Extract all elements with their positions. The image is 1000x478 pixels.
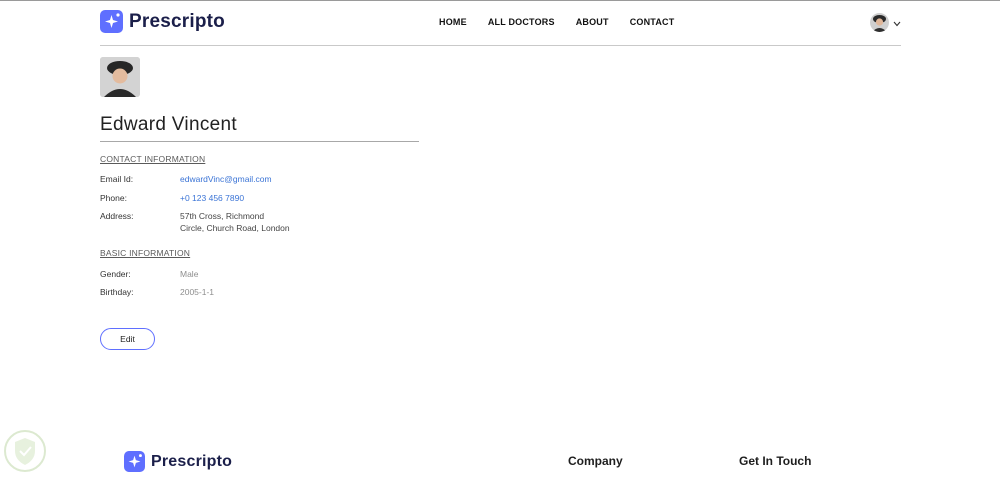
basic-info-heading: BASIC INFORMATION <box>100 248 191 258</box>
nav-home[interactable]: HOME <box>439 17 467 27</box>
user-menu[interactable] <box>870 13 901 32</box>
email-value[interactable]: edwardVinc@gmail.com <box>180 173 272 185</box>
main-menu: HOME ALL DOCTORS ABOUT CONTACT <box>439 17 695 27</box>
contact-info-heading: CONTACT INFORMATION <box>100 154 206 164</box>
nav-contact[interactable]: CONTACT <box>630 17 675 27</box>
user-avatar[interactable] <box>870 13 889 32</box>
footer-logo-mark-icon <box>124 451 145 472</box>
footer-brand-logo[interactable]: Prescripto <box>124 451 232 472</box>
brand-name: Prescripto <box>129 10 225 32</box>
birthday-label: Birthday: <box>100 287 134 297</box>
footer-company-heading: Company <box>568 454 623 468</box>
nav-about[interactable]: ABOUT <box>576 17 609 27</box>
gender-value: Male <box>180 269 199 279</box>
edit-button[interactable]: Edit <box>100 328 155 350</box>
chevron-down-icon[interactable] <box>893 14 901 32</box>
profile-name: Edward Vincent <box>100 114 419 142</box>
footer-brand-name: Prescripto <box>151 452 233 470</box>
gender-label: Gender: <box>100 269 131 279</box>
top-navbar: Prescripto HOME ALL DOCTORS ABOUT CONTAC… <box>100 1 901 46</box>
phone-value[interactable]: +0 123 456 7890 <box>180 192 244 204</box>
email-label: Email Id: <box>100 174 134 184</box>
profile-photo <box>100 57 140 97</box>
birthday-value: 2005-1-1 <box>180 287 215 297</box>
phone-label: Phone: <box>100 193 127 203</box>
logo-mark-icon <box>100 10 123 33</box>
address-line-1: 57th Cross, Richmond <box>180 211 265 221</box>
footer-contact-heading: Get In Touch <box>739 454 812 468</box>
address-label: Address: <box>100 211 134 221</box>
shield-watermark-icon <box>3 429 47 473</box>
nav-all-doctors[interactable]: ALL DOCTORS <box>488 17 555 27</box>
address-line-2: Circle, Church Road, London <box>180 223 290 233</box>
brand-logo[interactable]: Prescripto <box>100 10 225 33</box>
